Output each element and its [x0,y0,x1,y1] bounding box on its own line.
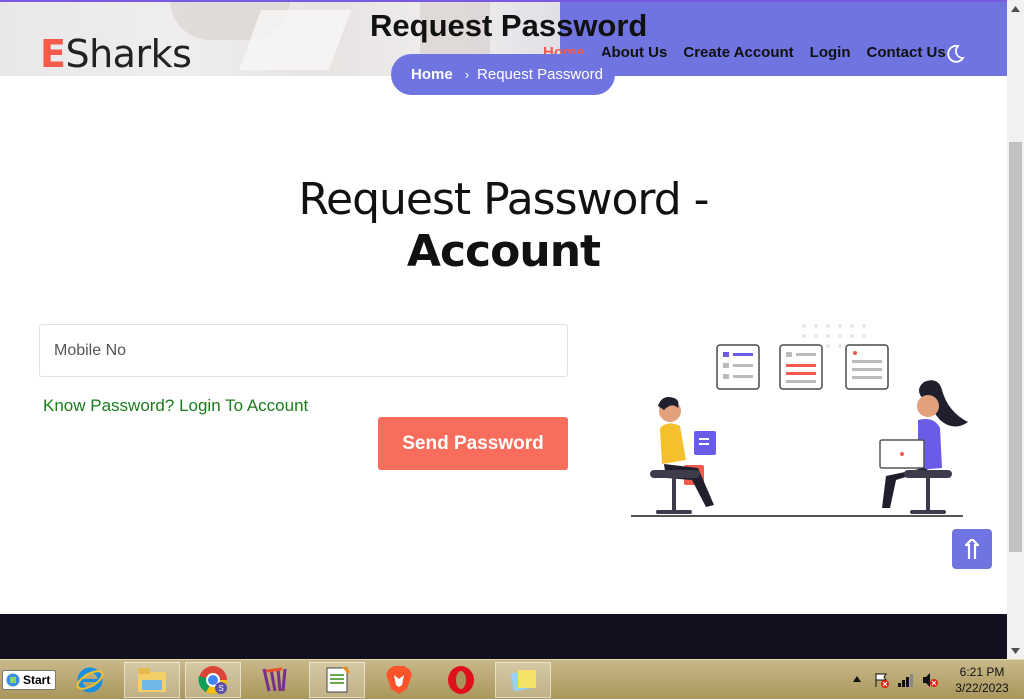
breadcrumb: Home › Request Password [391,54,615,95]
logo-text: Sharks [65,32,192,76]
internet-explorer-icon[interactable] [62,662,118,698]
volume-muted-icon[interactable] [922,672,938,688]
login-link[interactable]: Know Password? Login To Account [43,396,308,416]
scroll-up-arrow-icon[interactable] [1007,0,1024,17]
start-button[interactable]: Start [2,670,56,690]
file-explorer-icon[interactable] [124,662,180,698]
system-clock[interactable]: 6:21 PM 3/22/2023 [952,664,1012,696]
site-footer [0,614,1007,659]
windows-logo-icon [6,673,20,687]
start-label: Start [23,673,51,687]
clock-date: 3/22/2023 [955,681,1009,695]
nav-create-account[interactable]: Create Account [683,44,793,61]
mobile-number-input[interactable] [39,324,568,377]
clock-time: 6:21 PM [959,665,1005,679]
moon-icon[interactable] [944,43,966,65]
breadcrumb-home[interactable]: Home [411,66,453,83]
svg-text:S: S [219,684,224,693]
vertical-scrollbar[interactable] [1007,0,1024,659]
nav-login[interactable]: Login [810,44,851,61]
form-title-line1: Request Password - [298,174,709,225]
nav-about-us[interactable]: About Us [601,44,668,61]
scroll-down-arrow-icon[interactable] [1007,642,1024,659]
chevron-right-icon: › [464,67,470,82]
logo-prefix: E [40,32,66,76]
browser-viewport: ESharks Request Password Home About Us C… [0,0,1007,659]
winrar-icon[interactable] [247,662,303,698]
nav-contact-us[interactable]: Contact Us [867,44,946,61]
notepad-plus-plus-icon[interactable] [309,662,365,698]
form-title-line2: Account [406,226,601,277]
network-icon[interactable] [898,673,914,687]
scrollbar-thumb[interactable] [1009,142,1022,552]
send-password-button[interactable]: Send Password [378,417,568,470]
windows-taskbar: Start S 6:21 PM 3/22/2023 [0,659,1024,699]
show-hidden-icons-icon[interactable] [853,676,861,682]
sticky-notes-icon[interactable] [495,662,551,698]
opera-icon[interactable] [433,662,489,698]
breadcrumb-current: Request Password [477,66,603,83]
chrome-icon[interactable]: S [185,662,241,698]
action-center-flag-icon[interactable] [874,672,890,688]
site-logo[interactable]: ESharks [40,32,192,76]
page-heading: Request Password [370,8,648,43]
scroll-to-top-button[interactable] [952,529,992,569]
header-top-line [0,0,1007,2]
arrow-up-icon [965,539,979,559]
brave-icon[interactable] [371,662,427,698]
form-title: Request Password - Account [0,174,1007,278]
people-working-illustration [628,320,968,525]
